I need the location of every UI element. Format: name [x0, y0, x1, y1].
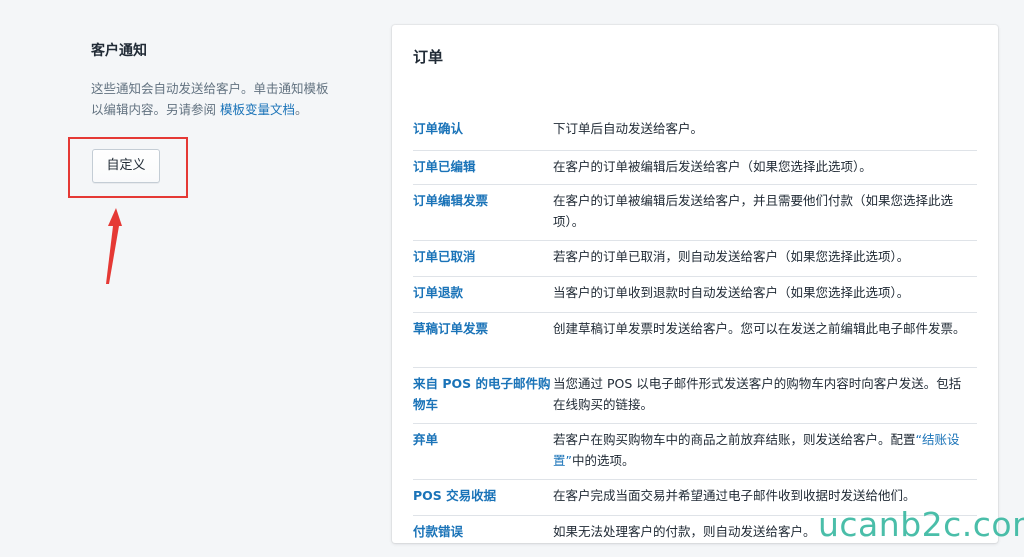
- notification-name[interactable]: 订单退款: [413, 277, 553, 312]
- notification-row-pos-email-cart[interactable]: 来自 POS 的电子邮件购物车 当您通过 POS 以电子邮件形式发送客户的购物车…: [413, 368, 977, 424]
- section-description: 这些通知会自动发送给客户。单击通知模板以编辑内容。另请参阅 模板变量文档。: [91, 78, 331, 120]
- notification-name[interactable]: 来自 POS 的电子邮件购物车: [413, 368, 553, 423]
- notification-row-order-cancelled[interactable]: 订单已取消 若客户的订单已取消，则自动发送给客户（如果您选择此选项）。: [413, 241, 977, 277]
- notification-row-order-confirmation[interactable]: 订单确认 下订单后自动发送给客户。: [413, 113, 977, 151]
- description-suffix: 。: [295, 102, 308, 117]
- notification-description: 若客户在购买购物车中的商品之前放弃结账，则发送给客户。配置“结账设置”中的选项。: [553, 424, 977, 479]
- notification-name[interactable]: 订单确认: [413, 113, 553, 150]
- notification-description: 创建草稿订单发票时发送给客户。您可以在发送之前编辑此电子邮件发票。: [553, 321, 966, 336]
- highlight-annotation-box: [68, 137, 188, 198]
- arrow-annotation-icon: [106, 208, 122, 284]
- notification-row-order-edited[interactable]: 订单已编辑 在客户的订单被编辑后发送给客户（如果您选择此选项）。: [413, 151, 977, 185]
- orders-card: 订单 订单确认 下订单后自动发送给客户。 订单已编辑 在客户的订单被编辑后发送给…: [392, 25, 998, 543]
- notification-description: 当客户的订单收到退款时自动发送给客户（如果您选择此选项）。: [553, 285, 910, 300]
- notification-row-order-edit-invoice[interactable]: 订单编辑发票 在客户的订单被编辑后发送给客户，并且需要他们付款（如果您选择此选项…: [413, 185, 977, 241]
- notification-description: 下订单后自动发送给客户。: [553, 121, 704, 136]
- card-title: 订单: [413, 48, 444, 66]
- customer-notifications-section: 客户通知 这些通知会自动发送给客户。单击通知模板以编辑内容。另请参阅 模板变量文…: [91, 40, 341, 120]
- notification-row-order-refund[interactable]: 订单退款 当客户的订单收到退款时自动发送给客户（如果您选择此选项）。: [413, 277, 977, 313]
- notification-description: 当您通过 POS 以电子邮件形式发送客户的购物车内容时向客户发送。包括在线购买的…: [553, 376, 962, 412]
- notification-list: 订单确认 下订单后自动发送给客户。 订单已编辑 在客户的订单被编辑后发送给客户（…: [413, 113, 977, 552]
- description-suffix: 中的选项。: [571, 453, 635, 468]
- notification-name[interactable]: 订单已编辑: [413, 151, 553, 184]
- template-variables-link[interactable]: 模板变量文档: [220, 102, 295, 117]
- notification-name[interactable]: 草稿订单发票: [413, 313, 553, 367]
- notification-name[interactable]: 付款错误: [413, 516, 553, 552]
- notification-description: 在客户的订单被编辑后发送给客户，并且需要他们付款（如果您选择此选项）。: [553, 193, 954, 229]
- watermark: ucanb2c.com: [818, 505, 1024, 544]
- notification-name[interactable]: 弃单: [413, 424, 553, 479]
- notification-description: 在客户的订单被编辑后发送给客户（如果您选择此选项）。: [553, 159, 872, 174]
- notification-name[interactable]: POS 交易收据: [413, 480, 553, 515]
- notification-name[interactable]: 订单编辑发票: [413, 185, 553, 240]
- notification-row-abandoned-checkout[interactable]: 弃单 若客户在购买购物车中的商品之前放弃结账，则发送给客户。配置“结账设置”中的…: [413, 424, 977, 480]
- section-title: 客户通知: [91, 43, 147, 59]
- notification-description: 若客户的订单已取消，则自动发送给客户（如果您选择此选项）。: [553, 249, 910, 264]
- description-text: 若客户在购买购物车中的商品之前放弃结账，则发送给客户。配置: [553, 432, 916, 447]
- notification-row-draft-order-invoice[interactable]: 草稿订单发票 创建草稿订单发票时发送给客户。您可以在发送之前编辑此电子邮件发票。: [413, 313, 977, 368]
- notification-name[interactable]: 订单已取消: [413, 241, 553, 276]
